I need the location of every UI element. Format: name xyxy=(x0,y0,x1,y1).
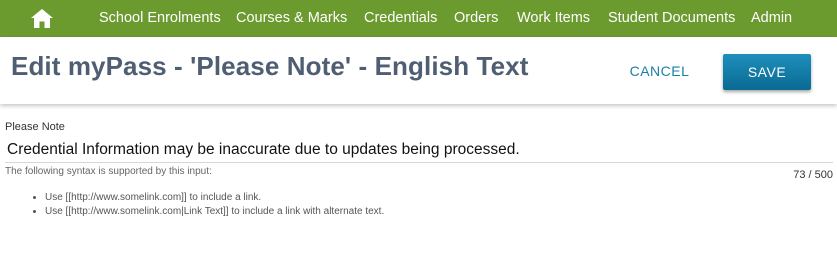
nav-item-work-items[interactable]: Work Items xyxy=(517,0,590,37)
nav-item-student-documents[interactable]: Student Documents xyxy=(608,0,735,37)
nav-item-orders[interactable]: Orders xyxy=(454,0,498,37)
list-item: Use [[http://www.somelink.com|Link Text]… xyxy=(45,205,384,219)
please-note-input[interactable] xyxy=(5,137,833,163)
top-nav-bar: School Enrolments Courses & Marks Creden… xyxy=(0,0,837,37)
syntax-help-list: Use [[http://www.somelink.com]] to inclu… xyxy=(30,191,384,219)
nav-item-credentials[interactable]: Credentials xyxy=(364,0,437,37)
syntax-help-text: The following syntax is supported by thi… xyxy=(5,166,212,177)
cancel-button[interactable]: CANCEL xyxy=(622,59,697,83)
page-title: Edit myPass - 'Please Note' - English Te… xyxy=(11,51,529,81)
field-label: Please Note xyxy=(5,121,65,133)
nav-item-admin[interactable]: Admin xyxy=(751,0,792,37)
save-button[interactable]: SAVE xyxy=(723,54,811,90)
character-counter: 73 / 500 xyxy=(793,169,833,181)
home-icon[interactable] xyxy=(31,9,53,28)
page-header: Edit myPass - 'Please Note' - English Te… xyxy=(0,37,837,104)
list-item: Use [[http://www.somelink.com]] to inclu… xyxy=(45,191,384,205)
nav-item-courses-marks[interactable]: Courses & Marks xyxy=(236,0,347,37)
nav-item-school-enrolments[interactable]: School Enrolments xyxy=(99,0,221,37)
